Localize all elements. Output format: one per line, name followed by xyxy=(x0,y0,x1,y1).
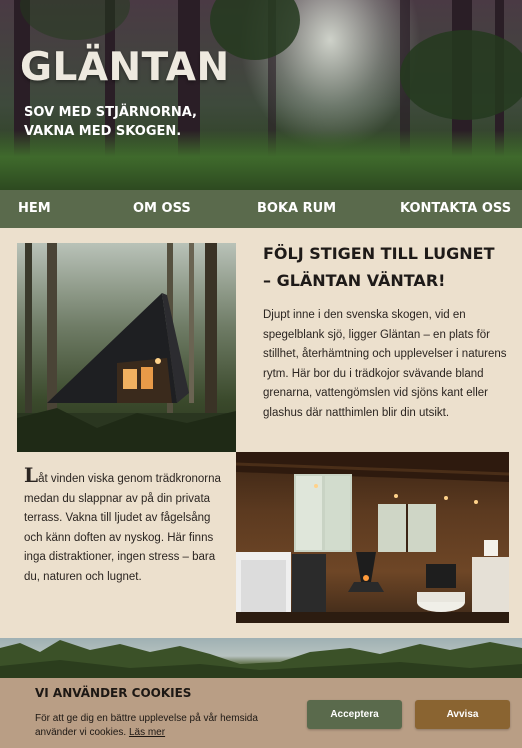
cabin-illustration xyxy=(17,243,236,452)
hero-subtitle-line: VAKNA MED SKOGEN. xyxy=(24,124,182,139)
hero-subtitle-line: SOV MED STJÄRNORNA, xyxy=(24,105,197,120)
nav-item-hem[interactable]: HEM xyxy=(18,201,51,216)
nav-item-kontakta-oss[interactable]: KONTAKTA OSS xyxy=(400,201,511,216)
terrace-paragraph-text: åt vinden viska genom trädkronorna medan… xyxy=(24,473,221,583)
cookie-text: För att ge dig en bättre upplevelse på v… xyxy=(35,712,265,740)
hero-banner: GLÄNTAN SOV MED STJÄRNORNA, VAKNA MED SK… xyxy=(0,0,522,190)
a-frame-cabin-image xyxy=(17,243,236,452)
interior-illustration xyxy=(236,452,509,623)
hero-subtitle: SOV MED STJÄRNORNA, VAKNA MED SKOGEN. xyxy=(24,103,244,141)
hero-foliage xyxy=(400,30,522,120)
drop-cap: L xyxy=(24,463,39,487)
accept-cookies-button[interactable]: Acceptera xyxy=(307,700,402,729)
section-heading: FÖLJ STIGEN TILL LUGNET – GLÄNTAN VÄNTAR… xyxy=(263,244,495,290)
cookie-title: VI ANVÄNDER COOKIES xyxy=(35,686,192,700)
hero-title: GLÄNTAN xyxy=(20,45,230,90)
cabin-interior-image xyxy=(236,452,509,623)
main-nav: HEM OM OSS BOKA RUM KONTAKTA OSS xyxy=(0,190,522,228)
nav-item-om-oss[interactable]: OM OSS xyxy=(133,201,191,216)
terrace-paragraph: Låt vinden viska genom trädkronorna meda… xyxy=(24,465,230,587)
lake-illustration xyxy=(0,640,522,683)
cookie-read-more-link[interactable]: Läs mer xyxy=(129,727,165,738)
lake-forest-image xyxy=(0,638,522,683)
intro-paragraph: Djupt inne i den svenska skogen, vid en … xyxy=(263,309,507,419)
nav-item-boka-rum[interactable]: BOKA RUM xyxy=(257,201,336,216)
cookie-banner: VI ANVÄNDER COOKIES För att ge dig en bä… xyxy=(0,678,522,748)
reject-cookies-button[interactable]: Avvisa xyxy=(415,700,510,729)
